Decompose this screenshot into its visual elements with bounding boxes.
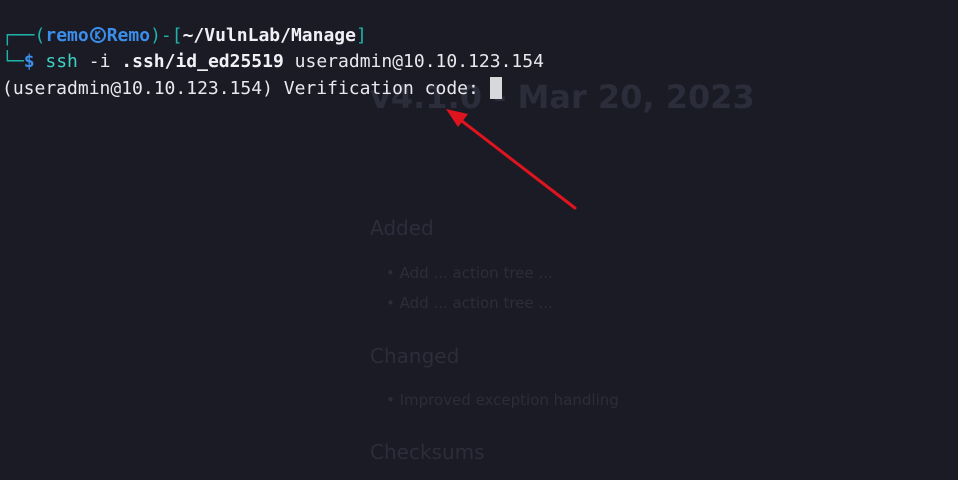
terminal-window[interactable]: Added Add ... action tree ... Add ... ac… xyxy=(0,0,958,480)
annotation-arrow-icon xyxy=(446,109,577,210)
